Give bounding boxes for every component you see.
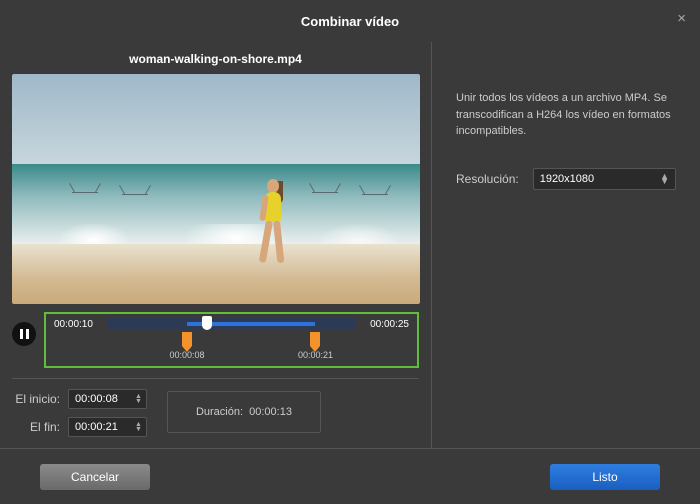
- close-icon[interactable]: ×: [677, 10, 686, 27]
- end-time-stepper[interactable]: ▲▼: [135, 422, 142, 432]
- modal-body: woman-walking-on-shore.mp4: [0, 42, 700, 448]
- left-panel: woman-walking-on-shore.mp4: [0, 42, 432, 448]
- video-preview[interactable]: [12, 74, 420, 304]
- modal-title: Combinar vídeo: [0, 14, 700, 29]
- start-label: El inicio:: [12, 392, 60, 406]
- current-time: 00:00:10: [54, 319, 102, 330]
- chevron-updown-icon: ▲▼: [660, 174, 669, 184]
- separator: [12, 378, 419, 379]
- resolution-label: Resolución:: [456, 172, 519, 186]
- start-time-input[interactable]: [73, 392, 135, 406]
- time-fields-row: El inicio: ▲▼ El fin: ▲▼: [12, 389, 419, 437]
- pause-icon: [20, 329, 29, 339]
- end-time-input-wrap: ▲▼: [68, 417, 147, 437]
- description-text: Unir todos los vídeos a un archivo MP4. …: [456, 90, 676, 140]
- cancel-button[interactable]: Cancelar: [40, 464, 150, 490]
- trim-end-label: 00:00:21: [298, 350, 333, 360]
- end-time-input[interactable]: [73, 420, 135, 434]
- end-label: El fin:: [12, 420, 60, 434]
- play-pause-button[interactable]: [12, 322, 36, 346]
- playhead[interactable]: [202, 316, 212, 330]
- resolution-select[interactable]: 1920x1080 ▲▼: [533, 168, 676, 190]
- timeline-container: 00:00:10 00:00:25 00:00:08 00:00:21: [44, 312, 419, 368]
- trim-start-handle[interactable]: [182, 332, 192, 346]
- right-panel: Unir todos los vídeos a un archivo MP4. …: [432, 42, 700, 448]
- modal-footer: Cancelar Listo: [0, 448, 700, 504]
- file-name: woman-walking-on-shore.mp4: [12, 52, 419, 66]
- playback-row: 00:00:10 00:00:25 00:00:08 00:00:21: [12, 312, 419, 368]
- duration-label: Duración:: [196, 406, 243, 418]
- trim-start-label: 00:00:08: [170, 350, 205, 360]
- total-time: 00:00:25: [361, 319, 409, 330]
- start-time-stepper[interactable]: ▲▼: [135, 394, 142, 404]
- seek-track[interactable]: [108, 318, 355, 330]
- combine-video-modal: Combinar vídeo × woman-walking-on-shore.…: [0, 0, 700, 504]
- start-time-input-wrap: ▲▼: [68, 389, 147, 409]
- duration-display: Duración: 00:00:13: [167, 391, 321, 433]
- resolution-row: Resolución: 1920x1080 ▲▼: [456, 168, 676, 190]
- trim-end-handle[interactable]: [310, 332, 320, 346]
- done-button[interactable]: Listo: [550, 464, 660, 490]
- resolution-value: 1920x1080: [540, 173, 594, 185]
- trim-marker-row: 00:00:08 00:00:21: [108, 332, 355, 360]
- end-time-field: El fin: ▲▼: [12, 417, 147, 437]
- duration-value: 00:00:13: [249, 406, 292, 418]
- start-time-field: El inicio: ▲▼: [12, 389, 147, 409]
